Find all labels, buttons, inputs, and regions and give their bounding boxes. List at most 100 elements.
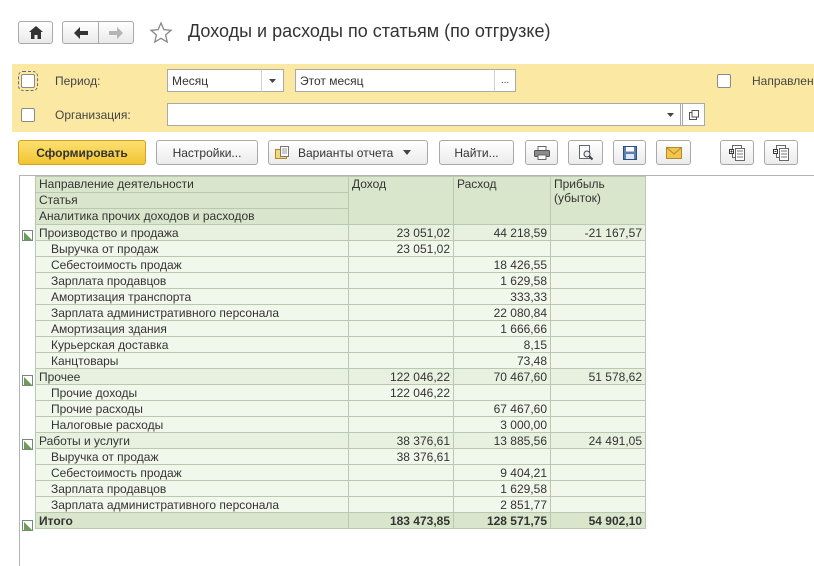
row-name: Амортизация здания	[35, 320, 349, 337]
report-variants-icon	[275, 145, 289, 159]
expand-toggle-icon[interactable]	[22, 520, 33, 531]
organization-dropdown-button[interactable]	[660, 103, 681, 126]
table-row[interactable]: Курьерская доставка 8,15	[35, 336, 646, 353]
row-profit	[550, 272, 646, 289]
row-income	[348, 496, 454, 513]
table-row[interactable]: Себестоимость продаж 9 404,21	[35, 464, 646, 481]
row-name: Зарплата административного персонала	[35, 304, 349, 321]
favorite-star-icon[interactable]	[149, 21, 173, 45]
row-income: 23 051,02	[348, 240, 454, 257]
row-name: Амортизация транспорта	[35, 288, 349, 305]
forward-button[interactable]	[98, 21, 134, 44]
header-analytics: Аналитика прочих доходов и расходов	[35, 208, 349, 225]
row-expense: 73,48	[453, 352, 551, 369]
collapse-groups-icon	[773, 144, 789, 161]
send-email-button[interactable]	[656, 140, 691, 165]
table-row[interactable]: Выручка от продаж 38 376,61	[35, 448, 646, 465]
arrow-left-icon	[73, 26, 88, 39]
row-profit	[550, 480, 646, 497]
organization-open-button[interactable]	[682, 103, 705, 126]
row-name: Производство и продажа	[35, 224, 349, 241]
expand-groups-button[interactable]	[720, 140, 754, 165]
row-profit	[550, 416, 646, 433]
group-row[interactable]: Прочее 122 046,22 70 467,60 51 578,62	[35, 368, 646, 385]
chevron-down-icon	[403, 150, 412, 155]
table-row[interactable]: Выручка от продаж 23 051,02	[35, 240, 646, 257]
print-preview-icon	[578, 144, 593, 160]
table-row[interactable]: Прочие доходы 122 046,22	[35, 384, 646, 401]
print-button[interactable]	[525, 140, 558, 165]
row-income	[348, 320, 454, 337]
row-profit	[550, 400, 646, 417]
row-expense: 22 080,84	[453, 304, 551, 321]
preview-button[interactable]	[568, 140, 603, 165]
row-expense	[453, 240, 551, 257]
expand-groups-icon	[729, 144, 745, 161]
expand-toggle-icon[interactable]	[22, 375, 33, 386]
row-name: Себестоимость продаж	[35, 464, 349, 481]
row-income: 23 051,02	[348, 224, 454, 241]
total-profit: 54 902,10	[550, 512, 646, 529]
group-row[interactable]: Работы и услуги 38 376,61 13 885,56 24 491,…	[35, 432, 646, 449]
row-profit	[550, 464, 646, 481]
collapse-groups-button[interactable]	[764, 140, 798, 165]
row-profit: 51 578,62	[550, 368, 646, 385]
organization-field[interactable]	[167, 103, 705, 126]
row-expense: 67 467,60	[453, 400, 551, 417]
period-range-field[interactable]: Этот месяц	[295, 69, 516, 92]
table-row[interactable]: Себестоимость продаж 18 426,55	[35, 256, 646, 273]
group-row[interactable]: Производство и продажа 23 051,02 44 218,59…	[35, 224, 646, 241]
table-row[interactable]: Налоговые расходы 3 000,00	[35, 416, 646, 433]
report-table: Направление деятельности Доход Расход Пр…	[35, 176, 646, 529]
table-row[interactable]: Зарплата продавцов 1 629,58	[35, 480, 646, 497]
period-range-value: Этот месяц	[300, 73, 364, 88]
total-income: 183 473,85	[348, 512, 454, 529]
header-expense: Расход	[453, 176, 551, 225]
home-icon	[28, 26, 43, 39]
table-row[interactable]: Зарплата административного персонала 22 0…	[35, 304, 646, 321]
row-name: Канцтовары	[35, 352, 349, 369]
table-row[interactable]: Амортизация здания 1 666,66	[35, 320, 646, 337]
header-profit-line2: (убыток)	[554, 191, 601, 205]
home-button[interactable]	[18, 21, 53, 44]
period-dropdown-button[interactable]	[261, 69, 284, 92]
printer-icon	[533, 145, 550, 160]
report-variants-button[interactable]: Варианты отчета	[268, 140, 428, 165]
table-row[interactable]: Зарплата продавцов 1 629,58	[35, 272, 646, 289]
table-row[interactable]: Амортизация транспорта 333,33	[35, 288, 646, 305]
period-checkbox[interactable]	[18, 71, 38, 91]
envelope-icon	[665, 146, 682, 159]
table-row[interactable]: Зарплата административного персонала 2 85…	[35, 496, 646, 513]
row-income	[348, 464, 454, 481]
row-income	[348, 480, 454, 497]
header-direction: Направление деятельности	[35, 176, 349, 193]
row-profit	[550, 384, 646, 401]
row-expense: 9 404,21	[453, 464, 551, 481]
open-link-icon	[688, 109, 699, 120]
expand-toggle-icon[interactable]	[22, 439, 33, 450]
row-income: 38 376,61	[348, 448, 454, 465]
organization-checkbox[interactable]	[21, 108, 35, 122]
header-income: Доход	[348, 176, 454, 225]
row-name: Прочее	[35, 368, 349, 385]
row-profit	[550, 336, 646, 353]
total-row: Итого 183 473,85 128 571,75 54 902,10	[35, 512, 646, 529]
find-button[interactable]: Найти...	[439, 140, 514, 165]
row-income	[348, 256, 454, 273]
expand-toggle-icon[interactable]	[22, 230, 33, 241]
row-name: Зарплата продавцов	[35, 272, 349, 289]
row-income: 122 046,22	[348, 368, 454, 385]
settings-button[interactable]: Настройки...	[156, 140, 258, 165]
row-income	[348, 352, 454, 369]
period-range-select-button[interactable]: ...	[494, 69, 516, 92]
direction-checkbox[interactable]	[717, 74, 731, 88]
table-row[interactable]: Канцтовары 73,48	[35, 352, 646, 369]
table-row[interactable]: Прочие расходы 67 467,60	[35, 400, 646, 417]
row-income	[348, 272, 454, 289]
generate-button[interactable]: Сформировать	[18, 140, 146, 165]
row-profit: 24 491,05	[550, 432, 646, 449]
save-button[interactable]	[613, 140, 646, 165]
period-label: Период:	[55, 74, 101, 88]
back-button[interactable]	[62, 21, 98, 44]
row-income	[348, 304, 454, 321]
